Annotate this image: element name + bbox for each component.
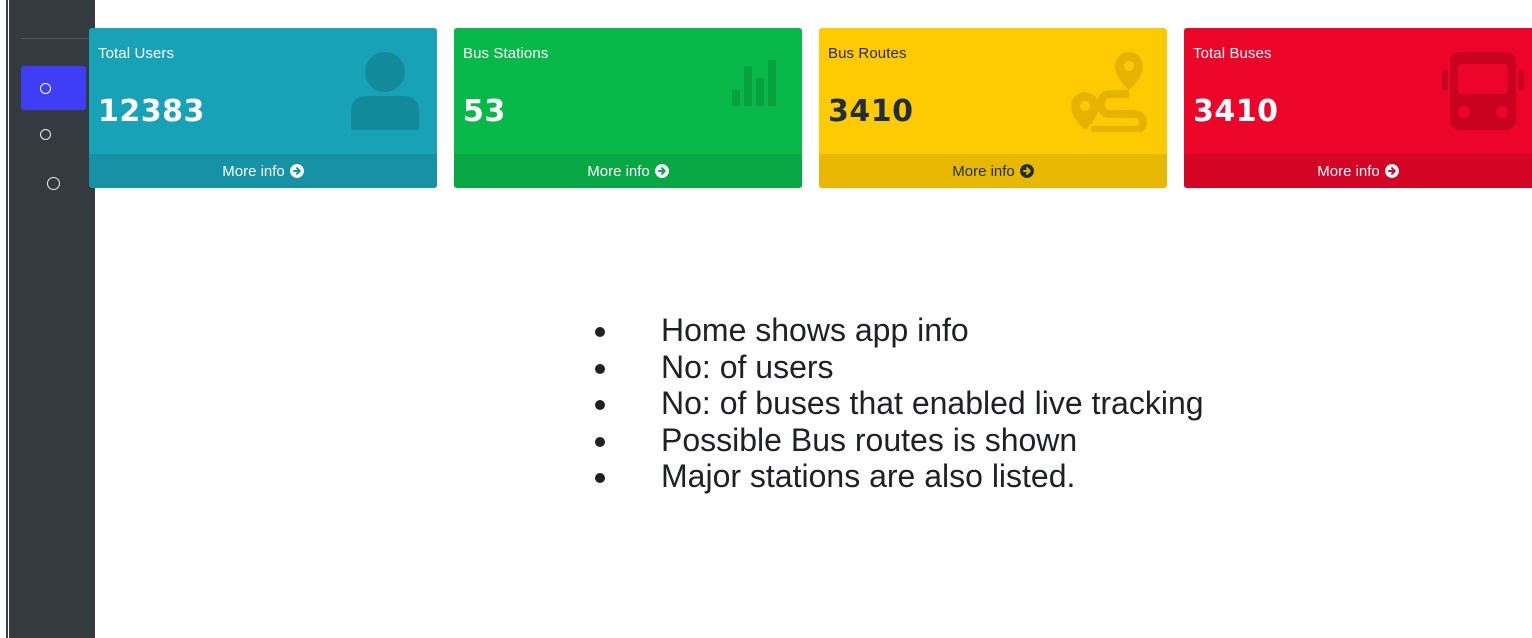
stat-box-total-buses: Total Buses 3410 More info [1184,28,1532,188]
list-item: No: of buses that enabled live tracking [560,385,1204,422]
more-info-link[interactable]: More info [819,154,1167,188]
sidebar-item-home[interactable] [21,66,86,110]
stat-title: Total Buses [1193,45,1272,62]
note-text: No: of buses that enabled live tracking [661,385,1204,421]
bus-icon [1442,52,1524,130]
more-info-link[interactable]: More info [454,154,802,188]
more-info-link[interactable]: More info [89,154,437,188]
stat-value: 53 [463,94,506,129]
arrow-circle-right-icon [1384,164,1399,178]
sidebar-item-2[interactable] [21,112,86,156]
list-item: No: of users [560,349,1204,386]
circle-outline-icon [40,82,51,94]
stat-value: 3410 [1193,94,1279,129]
bullet-icon [595,363,605,374]
stat-box-total-users: Total Users 12383 More info [89,28,437,188]
arrow-circle-right-icon [1019,164,1034,178]
route-icon [1071,52,1148,132]
bullet-icon [595,436,605,447]
stat-value: 3410 [828,94,914,129]
sidebar-divider [21,38,95,39]
bullet-icon [595,473,605,483]
list-item: Possible Bus routes is shown [560,422,1204,459]
note-text: Major stations are also listed. [661,458,1076,494]
bullet-icon [595,400,605,410]
note-text: Possible Bus routes is shown [661,421,1078,458]
dashboard-page: Total Users 12383 More info Bus Stations… [0,0,1532,638]
stat-title: Bus Routes [828,45,907,62]
bar-chart-icon [732,60,776,106]
list-item: Home shows app info [560,312,1204,349]
sidebar [9,0,95,638]
bullet-icon [595,327,605,337]
circle-outline-icon [40,128,51,140]
stat-value: 12383 [98,94,205,129]
more-info-label: More info [1317,162,1380,180]
user-icon [351,52,419,130]
more-info-link[interactable]: More info [1184,154,1532,188]
note-text: No: of users [661,348,834,385]
more-info-label: More info [222,162,285,180]
stat-box-bus-stations: Bus Stations 53 More info [454,28,802,188]
stat-title: Bus Stations [463,45,549,62]
more-info-label: More info [952,162,1015,180]
sidebar-item-3[interactable] [28,161,93,205]
circle-outline-icon [47,176,60,190]
arrow-circle-right-icon [654,164,669,178]
note-text: Home shows app info [661,312,969,348]
arrow-circle-right-icon [289,164,304,178]
window-edge [0,0,8,638]
stat-box-bus-routes: Bus Routes 3410 More info [819,28,1167,188]
stat-title: Total Users [98,45,175,62]
list-item: Major stations are also listed. [560,458,1204,495]
more-info-label: More info [587,162,650,180]
notes-list: Home shows app info No: of users No: of … [560,312,1204,495]
